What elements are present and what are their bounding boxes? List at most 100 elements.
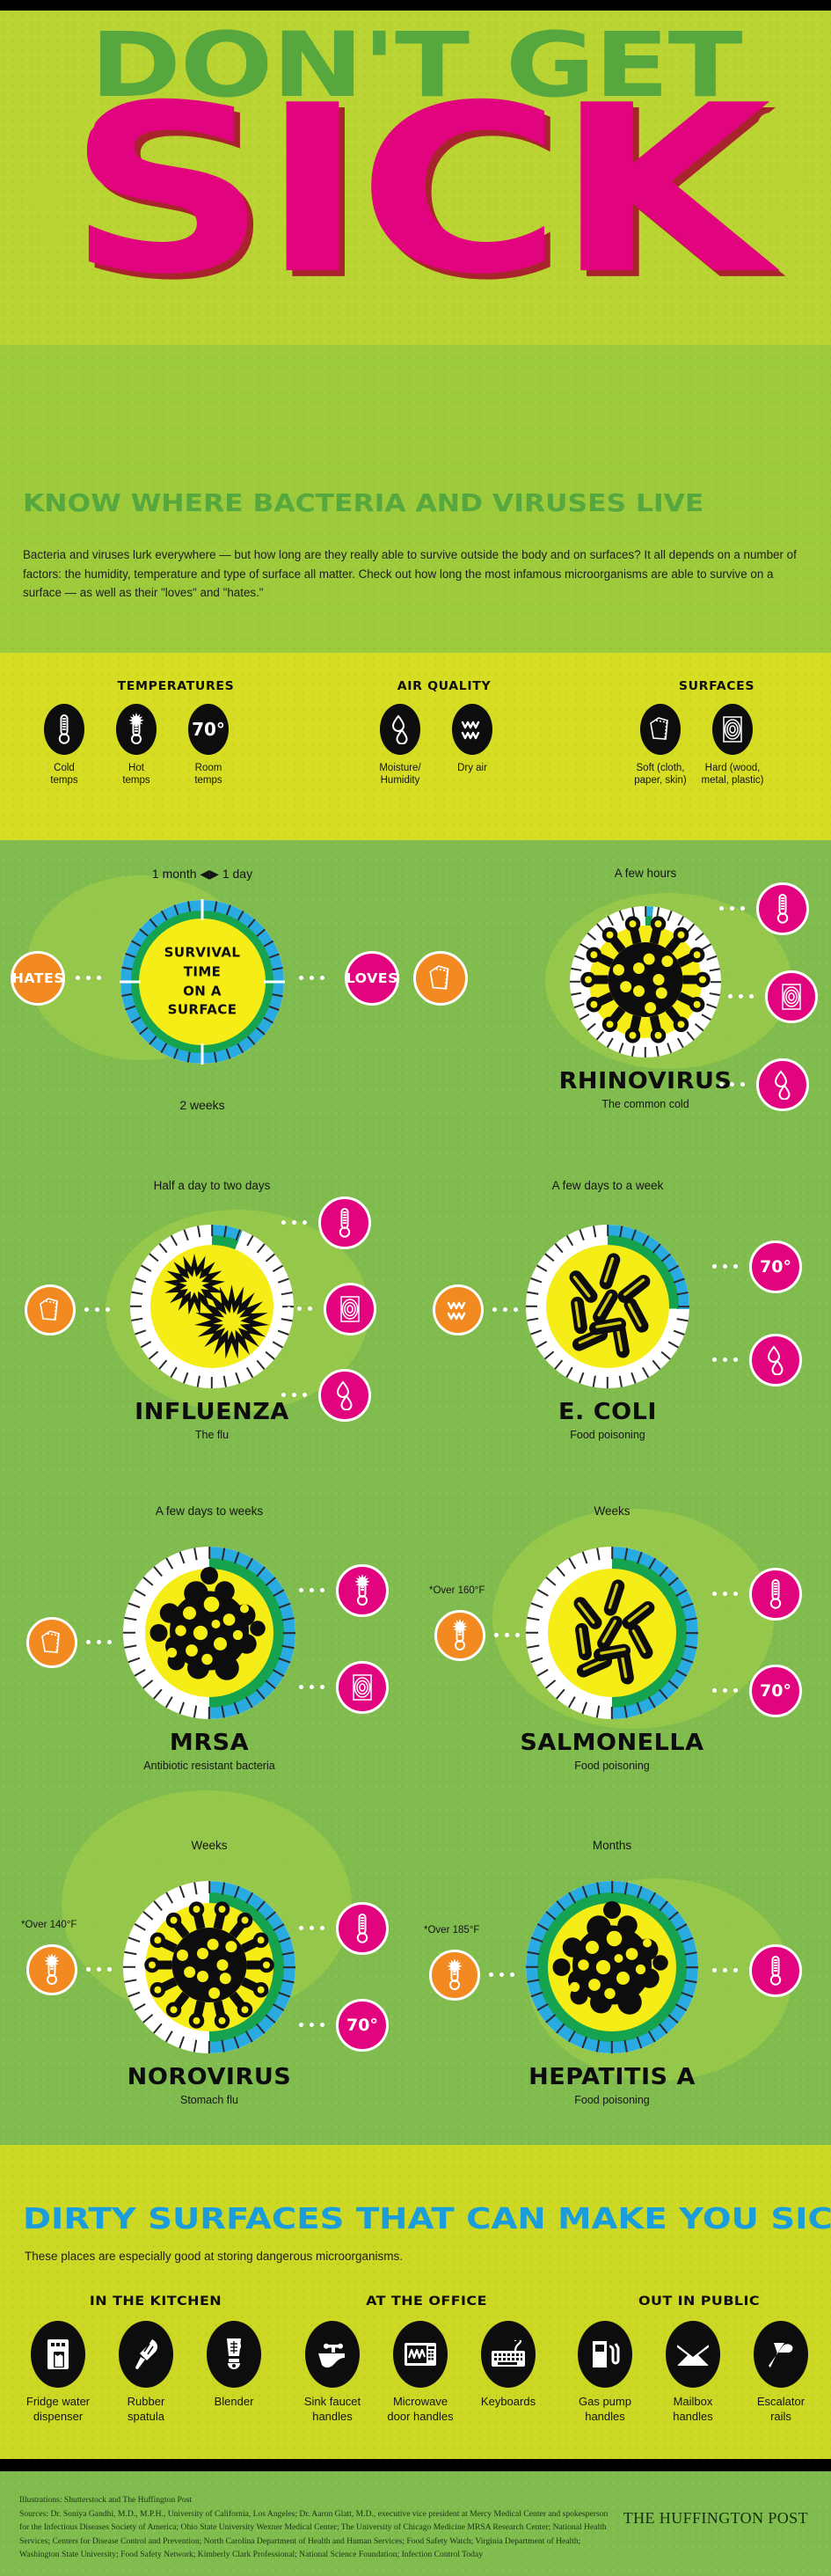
dirty-group-heading-public: OUT IN PUBLIC xyxy=(638,2294,761,2309)
dirty-group-heading-office: AT THE OFFICE xyxy=(366,2294,487,2309)
water-droplets-icon xyxy=(774,1070,791,1100)
key-bottom-label: 2 weeks xyxy=(179,1098,225,1112)
temp-value: 70° xyxy=(760,1681,791,1701)
hard-surface-woodgrain-icon xyxy=(782,984,801,1010)
mailbox-envelope-icon xyxy=(666,2321,720,2388)
hates-bubble xyxy=(433,1284,484,1336)
cold-thermometer-icon xyxy=(769,1956,782,1986)
dirty-surface-label: Sink faucet handles xyxy=(303,2395,361,2423)
room-temp-70-icon: 70° xyxy=(188,704,229,755)
loves-bubble: 70° xyxy=(336,1999,389,2052)
dirty-surface-label: Keyboards xyxy=(480,2395,536,2408)
loves-bubble xyxy=(756,882,809,935)
key-hates-label: HATES xyxy=(11,970,64,986)
survival-dial xyxy=(526,1547,698,1719)
loves-bubble xyxy=(336,1564,389,1617)
key-dial: SURVIVAL TIME ON A SURFACE xyxy=(120,899,285,1065)
loves-bubble xyxy=(336,1661,389,1714)
dirty-surfaces-title: DIRTY SURFACES THAT CAN MAKE YOU SICK xyxy=(23,2201,831,2236)
loves-bubble xyxy=(336,1902,389,1955)
rod-bacteria-icon xyxy=(569,1253,651,1358)
hot-thermometer-icon xyxy=(452,1619,468,1650)
legend-item-dry-air: Dry air xyxy=(433,704,512,774)
water-droplets-icon xyxy=(336,1380,353,1410)
key-hates-bubble: HATES xyxy=(11,951,65,1006)
dirty-surface-item: Rubber spatula xyxy=(104,2321,188,2424)
footer-brand: THE HUFFINGTON POST xyxy=(623,2509,808,2527)
dirty-surface-label: Escalator rails xyxy=(756,2395,805,2423)
germ-card-salmonella: Weeks SALMONELLA Food poisoning 70° *Over 16… xyxy=(422,1504,831,1812)
germ-subtitle: Food poisoning xyxy=(574,2094,650,2106)
room-temp-value: 70° xyxy=(192,719,225,740)
dirty-surface-label: Mailbox handles xyxy=(673,2395,713,2423)
gas-pump-icon xyxy=(593,2341,620,2367)
legend-label: Cold temps xyxy=(50,763,78,787)
dirty-surface-item: Fridge water dispenser xyxy=(16,2321,100,2424)
germ-card-influenza: Half a day to two days INFLUENZA The flu xyxy=(0,1179,422,1478)
bite-mark-icon xyxy=(758,113,783,135)
dot-connector xyxy=(492,1307,518,1312)
top-black-bar xyxy=(0,0,831,11)
dry-air-waves-icon xyxy=(452,704,492,755)
water-droplets-icon xyxy=(380,704,420,755)
mailbox-envelope-icon xyxy=(677,2345,709,2366)
germ-name: E. COLI xyxy=(558,1399,657,1425)
starburst-virus-icon xyxy=(146,1239,278,1375)
fridge-water-dispenser-icon xyxy=(31,2321,85,2388)
survival-dial xyxy=(526,1881,698,2053)
hard-surface-woodgrain-icon xyxy=(712,704,753,755)
survival-dial xyxy=(130,1225,294,1388)
cold-thermometer-icon xyxy=(776,894,789,924)
dot-connector xyxy=(712,1592,738,1596)
spiky-virus-icon xyxy=(580,916,711,1043)
dot-connector xyxy=(728,994,754,999)
starburst-virus-icon xyxy=(164,1254,269,1359)
dot-connector xyxy=(84,1307,110,1312)
loves-bubble: 70° xyxy=(749,1665,802,1717)
key-loves-label: LOVES xyxy=(346,970,398,986)
dot-connector xyxy=(712,1968,738,1972)
spiky-virus-icon xyxy=(144,1901,274,2029)
survival-time-label: A few hours xyxy=(614,867,677,880)
survival-dial xyxy=(123,1547,295,1719)
legend-label: Moisture/Humidity xyxy=(379,763,421,787)
hard-surface-woodgrain-icon xyxy=(353,1674,372,1701)
dot-connector xyxy=(287,1306,312,1311)
loves-bubble xyxy=(749,1334,802,1387)
bite-mark-icon xyxy=(765,208,788,229)
rod-bacteria-icon xyxy=(542,1239,674,1375)
cold-thermometer-icon xyxy=(44,704,84,755)
spiky-virus-icon xyxy=(143,1899,275,2036)
hates-bubble xyxy=(429,1950,480,2001)
dot-connector xyxy=(86,1967,112,1972)
bite-mark-icon xyxy=(69,111,95,134)
footer-credits: Illustrations: Shutterstock and The Huff… xyxy=(19,2493,617,2562)
blender-icon xyxy=(227,2338,242,2369)
water-droplets-icon xyxy=(767,1345,784,1375)
legend-label: Hot temps xyxy=(122,763,150,787)
keyboard-icon xyxy=(492,2340,525,2367)
key-top-label: 1 month ◀▶ 1 day xyxy=(151,867,253,881)
legend-heading-temperatures: TEMPERATURES xyxy=(117,680,235,693)
dirty-surface-item: Gas pump handles xyxy=(563,2321,647,2424)
hates-note: *Over 185°F xyxy=(424,1925,480,1936)
survival-time-label: Half a day to two days xyxy=(153,1179,271,1192)
dot-connector xyxy=(719,1082,745,1087)
legend-label: Soft (cloth, paper, skin) xyxy=(634,763,687,787)
key-loves-bubble: LOVES xyxy=(345,951,399,1006)
dot-connector xyxy=(719,906,745,911)
footer-sources: Sources: Dr. Soniya Gandhi, M.D., M.P.H.… xyxy=(19,2508,609,2560)
rubber-spatula-icon xyxy=(119,2321,173,2388)
rod-bacteria-icon xyxy=(573,1579,655,1685)
dot-connector xyxy=(712,1688,738,1693)
fridge-water-dispenser-icon xyxy=(47,2339,69,2369)
dot-connector xyxy=(712,1264,738,1269)
dirty-surface-label: Microwave door handles xyxy=(387,2395,454,2423)
dirty-surface-item: Mailbox handles xyxy=(651,2321,735,2424)
loves-bubble xyxy=(749,1568,802,1621)
legend-heading-air-quality: AIR QUALITY xyxy=(397,680,492,693)
microwave-icon xyxy=(405,2343,436,2366)
keyboard-icon xyxy=(481,2321,536,2388)
germ-name: NOROVIRUS xyxy=(127,2064,292,2090)
cluster-bacteria-icon xyxy=(546,1899,678,2036)
